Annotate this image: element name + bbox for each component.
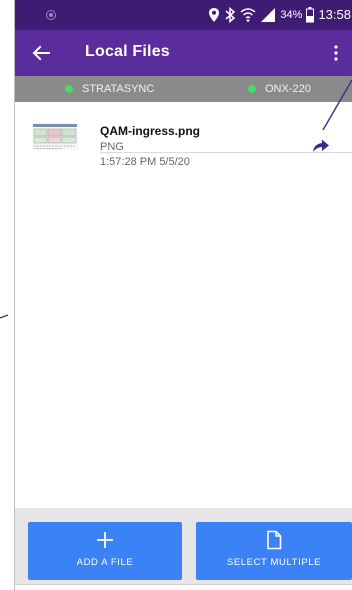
battery-icon <box>306 7 315 23</box>
edge-mark <box>0 314 8 319</box>
file-name: QAM-ingress.png <box>100 124 201 138</box>
document-icon <box>267 530 282 550</box>
device-onx-220: ONX-220 <box>248 83 311 95</box>
device-label: STRATASYNC <box>82 83 155 95</box>
battery-percent: 34% <box>280 9 303 21</box>
left-margin <box>0 0 14 590</box>
location-pin-icon <box>209 8 220 22</box>
page-title: Local Files <box>85 43 170 60</box>
phone-screen: 34% 13:58 Local Files STRATASYNC ONX-220 <box>15 0 352 584</box>
file-list-item[interactable]: QAM-ingress.png PNG 1:57:28 PM 5/5/20 <box>15 102 352 168</box>
plus-icon <box>97 532 113 548</box>
file-date: 1:57:28 PM 5/5/20 <box>100 156 190 168</box>
device-label: ONX-220 <box>265 83 311 95</box>
device-stratasync: STRATASYNC <box>65 83 154 95</box>
device-status-bar: STRATASYNC ONX-220 <box>15 76 352 102</box>
notification-icon <box>46 10 56 20</box>
status-icons: 34% 13:58 <box>208 7 352 23</box>
status-bar: 34% 13:58 <box>15 0 352 30</box>
back-arrow-icon[interactable] <box>29 41 53 65</box>
select-multiple-button[interactable]: SELECT MULTIPLE <box>196 522 352 580</box>
select-multiple-label: SELECT MULTIPLE <box>226 557 322 568</box>
cell-signal-icon <box>261 8 276 22</box>
add-file-label: ADD A FILE <box>76 557 134 568</box>
app-bar: Local Files <box>15 30 352 76</box>
more-vertical-icon[interactable] <box>326 41 346 65</box>
row-divider <box>100 152 352 153</box>
add-file-button[interactable]: ADD A FILE <box>28 522 182 580</box>
bottom-action-bar: ADD A FILE SELECT MULTIPLE <box>15 508 352 584</box>
status-dot-icon <box>65 85 73 93</box>
status-dot-icon <box>248 85 256 93</box>
clock: 13:58 <box>318 7 351 22</box>
frame-bottom-line <box>14 584 352 585</box>
wifi-icon <box>240 8 256 22</box>
bluetooth-icon <box>225 7 236 23</box>
file-thumbnail <box>32 123 78 150</box>
